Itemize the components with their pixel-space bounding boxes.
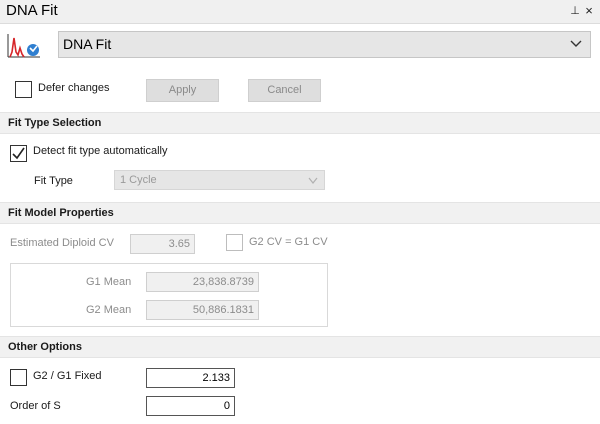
- order-of-s-field[interactable]: 0: [146, 396, 235, 416]
- title-bar: DNA Fit ⊥ ×: [0, 0, 600, 24]
- g2-mean-field[interactable]: 50,886.1831: [146, 300, 259, 320]
- analysis-selector-dropdown[interactable]: DNA Fit: [58, 31, 591, 58]
- estimated-diploid-cv-label: Estimated Diploid CV: [10, 237, 114, 249]
- window-title: DNA Fit: [6, 2, 58, 19]
- dna-fit-histogram-icon: [7, 34, 40, 58]
- section-title: Fit Type Selection: [8, 117, 102, 129]
- fit-type-label: Fit Type: [34, 175, 73, 187]
- g2-mean-label: G2 Mean: [86, 304, 132, 316]
- pin-icon[interactable]: ⊥: [569, 4, 581, 18]
- section-other-options: Other Options: [0, 336, 600, 358]
- g2-g1-ratio-field[interactable]: 2.133: [146, 368, 235, 388]
- checkmark-icon: [12, 147, 25, 160]
- chevron-down-icon: [308, 177, 318, 184]
- order-of-s-label: Order of S: [10, 400, 61, 412]
- section-title: Fit Model Properties: [8, 207, 114, 219]
- chevron-down-icon: [570, 40, 582, 47]
- g2-cv-equals-g1-cv-label: G2 CV = G1 CV: [249, 236, 328, 248]
- g1-mean-label: G1 Mean: [86, 276, 132, 288]
- close-icon[interactable]: ×: [583, 4, 595, 18]
- section-fit-type-selection: Fit Type Selection: [0, 112, 600, 134]
- fit-type-value: 1 Cycle: [120, 174, 157, 186]
- cancel-button[interactable]: Cancel: [248, 79, 321, 102]
- defer-changes-checkbox[interactable]: [15, 81, 32, 98]
- detect-fit-type-checkbox[interactable]: [10, 145, 27, 162]
- estimated-diploid-cv-field[interactable]: 3.65: [130, 234, 195, 254]
- defer-changes-label: Defer changes: [38, 82, 110, 94]
- g2-cv-equals-g1-cv-checkbox[interactable]: [226, 234, 243, 251]
- g1-mean-field[interactable]: 23,838.8739: [146, 272, 259, 292]
- g2-g1-fixed-checkbox[interactable]: [10, 369, 27, 386]
- apply-button[interactable]: Apply: [146, 79, 219, 102]
- section-title: Other Options: [8, 341, 82, 353]
- g2-g1-fixed-label: G2 / G1 Fixed: [33, 370, 102, 382]
- section-fit-model-properties: Fit Model Properties: [0, 202, 600, 224]
- fit-type-dropdown[interactable]: 1 Cycle: [114, 170, 325, 190]
- selector-value: DNA Fit: [63, 36, 112, 52]
- detect-fit-type-label: Detect fit type automatically: [33, 145, 168, 157]
